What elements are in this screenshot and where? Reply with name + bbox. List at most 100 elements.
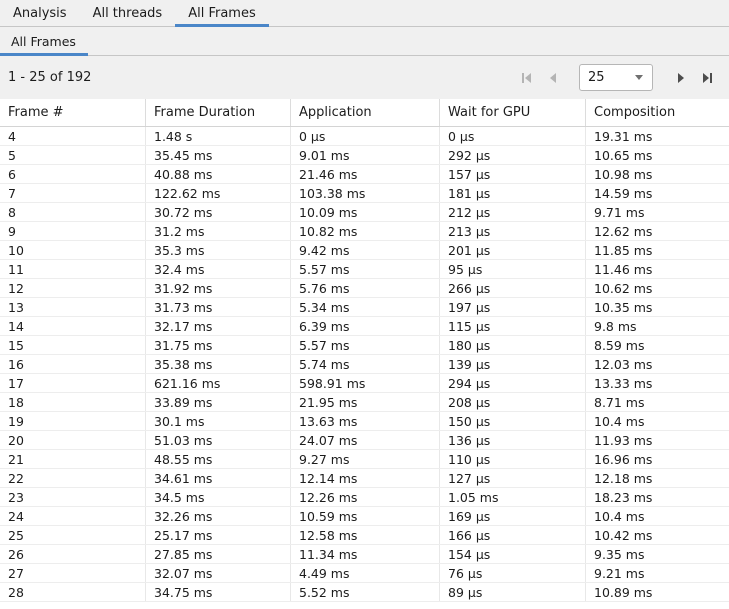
table-cell: 157 µs [439, 165, 585, 183]
table-cell: 32.4 ms [145, 260, 290, 278]
table-row[interactable]: 41.48 s0 µs0 µs19.31 ms [0, 127, 729, 146]
table-row[interactable]: 1930.1 ms13.63 ms150 µs10.4 ms [0, 412, 729, 431]
prev-page-button[interactable] [543, 67, 563, 89]
table-row[interactable]: 2432.26 ms10.59 ms169 µs10.4 ms [0, 507, 729, 526]
table-row[interactable]: 1531.75 ms5.57 ms180 µs8.59 ms [0, 336, 729, 355]
table-row[interactable]: 640.88 ms21.46 ms157 µs10.98 ms [0, 165, 729, 184]
table-cell: 9 [0, 222, 145, 240]
column-header-frame-duration[interactable]: Frame Duration [145, 99, 290, 126]
table-cell: 212 µs [439, 203, 585, 221]
table-cell: 10.82 ms [290, 222, 439, 240]
table-cell: 32.17 ms [145, 317, 290, 335]
table-cell: 28 [0, 583, 145, 601]
next-page-button[interactable] [671, 67, 691, 89]
table-cell: 34.61 ms [145, 469, 290, 487]
table-cell: 34.75 ms [145, 583, 290, 601]
table-cell: 5.57 ms [290, 336, 439, 354]
table-cell: 1.48 s [145, 127, 290, 145]
table-cell: 0 µs [290, 127, 439, 145]
table-cell: 18 [0, 393, 145, 411]
table-row[interactable]: 1635.38 ms5.74 ms139 µs12.03 ms [0, 355, 729, 374]
table-cell: 13 [0, 298, 145, 316]
tab-all-threads[interactable]: All threads [80, 0, 176, 26]
table-cell: 10.42 ms [585, 526, 729, 544]
table-row[interactable]: 2627.85 ms11.34 ms154 µs9.35 ms [0, 545, 729, 564]
table-row[interactable]: 2334.5 ms12.26 ms1.05 ms18.23 ms [0, 488, 729, 507]
table-row[interactable]: 2234.61 ms12.14 ms127 µs12.18 ms [0, 469, 729, 488]
table-row[interactable]: 2834.75 ms5.52 ms89 µs10.89 ms [0, 583, 729, 602]
column-header-frame-number[interactable]: Frame # [0, 99, 145, 126]
column-header-composition[interactable]: Composition [585, 99, 729, 126]
table-cell: 9.01 ms [290, 146, 439, 164]
table-cell: 95 µs [439, 260, 585, 278]
column-header-application[interactable]: Application [290, 99, 439, 126]
table-cell: 10.89 ms [585, 583, 729, 601]
table-cell: 4.49 ms [290, 564, 439, 582]
table-row[interactable]: 17621.16 ms598.91 ms294 µs13.33 ms [0, 374, 729, 393]
column-header-wait-for-gpu[interactable]: Wait for GPU [439, 99, 585, 126]
table-cell: 621.16 ms [145, 374, 290, 392]
table-cell: 40.88 ms [145, 165, 290, 183]
table-cell: 31.2 ms [145, 222, 290, 240]
table-row[interactable]: 1035.3 ms9.42 ms201 µs11.85 ms [0, 241, 729, 260]
last-page-button[interactable] [697, 67, 717, 89]
table-cell: 31.75 ms [145, 336, 290, 354]
table-cell: 12.62 ms [585, 222, 729, 240]
table-cell: 122.62 ms [145, 184, 290, 202]
table-cell: 12.58 ms [290, 526, 439, 544]
main-tabbar: Analysis All threads All Frames [0, 0, 729, 27]
subtab-all-frames[interactable]: All Frames [0, 27, 88, 55]
page-size-select[interactable]: 25 [579, 64, 653, 91]
table-cell: 12.18 ms [585, 469, 729, 487]
table-row[interactable]: 2148.55 ms9.27 ms110 µs16.96 ms [0, 450, 729, 469]
table-cell: 8.71 ms [585, 393, 729, 411]
table-cell: 25 [0, 526, 145, 544]
table-row[interactable]: 1231.92 ms5.76 ms266 µs10.62 ms [0, 279, 729, 298]
table-cell: 292 µs [439, 146, 585, 164]
table-cell: 5.74 ms [290, 355, 439, 373]
table-cell: 181 µs [439, 184, 585, 202]
table-cell: 9.8 ms [585, 317, 729, 335]
first-page-button[interactable] [517, 67, 537, 89]
table-cell: 33.89 ms [145, 393, 290, 411]
table-cell: 21.95 ms [290, 393, 439, 411]
table-row[interactable]: 7122.62 ms103.38 ms181 µs14.59 ms [0, 184, 729, 203]
table-cell: 12.26 ms [290, 488, 439, 506]
table-row[interactable]: 2525.17 ms12.58 ms166 µs10.42 ms [0, 526, 729, 545]
table-cell: 8 [0, 203, 145, 221]
table-cell: 12.14 ms [290, 469, 439, 487]
table-cell: 22 [0, 469, 145, 487]
tab-all-frames[interactable]: All Frames [175, 0, 269, 26]
table-row[interactable]: 2732.07 ms4.49 ms76 µs9.21 ms [0, 564, 729, 583]
frames-table: Frame # Frame Duration Application Wait … [0, 99, 729, 602]
table-cell: 51.03 ms [145, 431, 290, 449]
table-row[interactable]: 2051.03 ms24.07 ms136 µs11.93 ms [0, 431, 729, 450]
table-body: 41.48 s0 µs0 µs19.31 ms535.45 ms9.01 ms2… [0, 127, 729, 602]
table-cell: 169 µs [439, 507, 585, 525]
table-cell: 5.52 ms [290, 583, 439, 601]
table-cell: 127 µs [439, 469, 585, 487]
table-row[interactable]: 1132.4 ms5.57 ms95 µs11.46 ms [0, 260, 729, 279]
table-cell: 10.98 ms [585, 165, 729, 183]
table-cell: 10.09 ms [290, 203, 439, 221]
table-cell: 154 µs [439, 545, 585, 563]
table-cell: 9.27 ms [290, 450, 439, 468]
table-cell: 11.93 ms [585, 431, 729, 449]
table-row[interactable]: 830.72 ms10.09 ms212 µs9.71 ms [0, 203, 729, 222]
table-row[interactable]: 1432.17 ms6.39 ms115 µs9.8 ms [0, 317, 729, 336]
table-row[interactable]: 1331.73 ms5.34 ms197 µs10.35 ms [0, 298, 729, 317]
table-cell: 21.46 ms [290, 165, 439, 183]
table-row[interactable]: 1833.89 ms21.95 ms208 µs8.71 ms [0, 393, 729, 412]
tab-analysis[interactable]: Analysis [0, 0, 80, 26]
page-size-value: 25 [588, 70, 605, 85]
table-row[interactable]: 931.2 ms10.82 ms213 µs12.62 ms [0, 222, 729, 241]
table-cell: 598.91 ms [290, 374, 439, 392]
table-row[interactable]: 535.45 ms9.01 ms292 µs10.65 ms [0, 146, 729, 165]
table-cell: 27 [0, 564, 145, 582]
prev-page-icon [546, 71, 560, 85]
table-cell: 208 µs [439, 393, 585, 411]
table-cell: 34.5 ms [145, 488, 290, 506]
table-cell: 26 [0, 545, 145, 563]
table-cell: 5 [0, 146, 145, 164]
table-cell: 15 [0, 336, 145, 354]
